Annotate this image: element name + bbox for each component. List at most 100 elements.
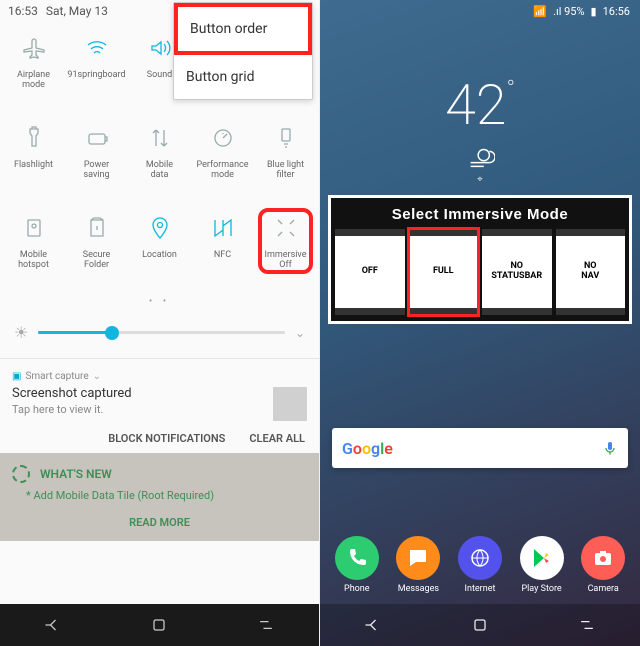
quick-settings-panel: 16:53 Sat, May 13 Button order Button gr… xyxy=(0,0,320,646)
notification-card[interactable]: ▣ Smart capture ⌄ Screenshot captured Ta… xyxy=(0,363,319,426)
camera-icon xyxy=(581,536,625,580)
battery-percent: .ıl 95% xyxy=(553,5,584,18)
overflow-menu: Button order Button grid xyxy=(173,2,313,100)
read-more-button[interactable]: READ MORE xyxy=(12,512,307,537)
qs-tile-power[interactable]: Powersaving xyxy=(65,116,128,202)
home-icon[interactable] xyxy=(470,615,490,635)
qs-tile-immersive[interactable]: ImmersiveOff xyxy=(254,206,317,292)
menu-button-grid[interactable]: Button grid xyxy=(174,55,312,99)
play-icon xyxy=(520,536,564,580)
tile-label: Flashlight xyxy=(12,160,55,170)
mode-label: NOSTATUSBAR xyxy=(482,236,552,308)
app-dock: Phone Messages Internet Play Store Camera xyxy=(320,528,640,604)
home-icon[interactable] xyxy=(149,615,169,635)
mdata-icon xyxy=(146,124,174,152)
notif-app-icon: ▣ xyxy=(12,371,21,382)
mic-icon[interactable] xyxy=(602,440,618,456)
qs-tile-secure[interactable]: SecureFolder xyxy=(65,206,128,292)
tile-label: Performancemode xyxy=(194,160,250,181)
tile-label: Mobilehotspot xyxy=(16,250,51,271)
tile-label: Mobiledata xyxy=(144,160,175,181)
brightness-slider[interactable] xyxy=(38,331,285,334)
app-label: Camera xyxy=(588,584,619,594)
qs-tile-nfc[interactable]: NFC xyxy=(191,206,254,292)
app-internet[interactable]: Internet xyxy=(452,536,508,594)
mode-label: FULL xyxy=(409,236,479,308)
flashlight-icon xyxy=(20,124,48,152)
back-icon[interactable] xyxy=(43,615,63,635)
immersive-mode-option[interactable]: FULL xyxy=(409,229,479,315)
temperature-value: 42° xyxy=(320,72,640,138)
page-indicator: • • xyxy=(0,292,319,315)
location-icon xyxy=(146,214,174,242)
whats-new-heading: WHAT'S NEW xyxy=(40,467,112,481)
brightness-expand-icon[interactable]: ⌄ xyxy=(295,326,305,340)
tile-label: Airplanemode xyxy=(15,70,52,91)
app-label: Phone xyxy=(344,584,370,594)
loading-icon xyxy=(12,465,30,483)
tile-label: 91springboard xyxy=(65,70,127,80)
immersive-mode-option[interactable]: NONAV xyxy=(556,229,626,315)
battery-icon: ▮ xyxy=(591,5,597,18)
immersive-mode-option[interactable]: OFF xyxy=(335,229,405,315)
wifi-icon: 📶 xyxy=(533,5,547,18)
location-pin-icon: ⌖ xyxy=(320,174,640,185)
qs-tile-bluelight[interactable]: Blue lightfilter xyxy=(254,116,317,202)
app-camera[interactable]: Camera xyxy=(575,536,631,594)
qs-tile-perf[interactable]: Performancemode xyxy=(191,116,254,202)
app-messages[interactable]: Messages xyxy=(390,536,446,594)
qs-tile-wifi[interactable]: 91springboard xyxy=(65,26,128,112)
qs-tile-mdata[interactable]: Mobiledata xyxy=(128,116,191,202)
tile-label: Location xyxy=(140,250,179,260)
status-bar: 📶 .ıl 95% ▮ 16:56 xyxy=(320,0,640,22)
messages-icon xyxy=(396,536,440,580)
whats-new-line: * Add Mobile Data Tile (Root Required) xyxy=(26,489,307,502)
notif-expand-icon[interactable]: ⌄ xyxy=(93,371,101,382)
qs-tile-flashlight[interactable]: Flashlight xyxy=(2,116,65,202)
back-icon[interactable] xyxy=(363,615,383,635)
bluelight-icon xyxy=(272,124,300,152)
wifi-icon xyxy=(83,34,111,62)
app-phone[interactable]: Phone xyxy=(329,536,385,594)
tile-label: Sound xyxy=(145,70,174,80)
qs-tile-hotspot[interactable]: Mobilehotspot xyxy=(2,206,65,292)
weather-widget[interactable]: 42° ⌖ xyxy=(320,72,640,185)
sound-icon xyxy=(146,34,174,62)
power-icon xyxy=(83,124,111,152)
brightness-row: ☀ ⌄ xyxy=(0,315,319,358)
home-screen: 📶 .ıl 95% ▮ 16:56 42° ⌖ Select Immersive… xyxy=(320,0,640,646)
immersive-mode-option[interactable]: NOSTATUSBAR xyxy=(482,229,552,315)
mode-label: OFF xyxy=(335,236,405,308)
mode-label: NONAV xyxy=(556,236,626,308)
secure-icon xyxy=(83,214,111,242)
notif-thumbnail xyxy=(273,387,307,421)
dialog-title: Select Immersive Mode xyxy=(335,202,625,229)
block-notifications-button[interactable]: BLOCK NOTIFICATIONS xyxy=(108,432,225,445)
navigation-bar xyxy=(320,604,640,646)
background-app-card: WHAT'S NEW * Add Mobile Data Tile (Root … xyxy=(0,453,319,541)
app-play[interactable]: Play Store xyxy=(514,536,570,594)
google-search-bar[interactable]: Google xyxy=(332,428,628,468)
recents-icon[interactable] xyxy=(577,615,597,635)
recents-icon[interactable] xyxy=(256,615,276,635)
qs-tile-airplane[interactable]: Airplanemode xyxy=(2,26,65,112)
brightness-low-icon: ☀ xyxy=(14,323,28,342)
google-logo: Google xyxy=(342,439,393,458)
status-date: Sat, May 13 xyxy=(46,4,108,18)
perf-icon xyxy=(209,124,237,152)
clear-all-button[interactable]: CLEAR ALL xyxy=(249,432,305,445)
phone-icon xyxy=(335,536,379,580)
hotspot-icon xyxy=(20,214,48,242)
cloud-icon xyxy=(465,144,495,170)
tile-label: Blue lightfilter xyxy=(265,160,306,181)
notif-subtitle: Tap here to view it. xyxy=(12,403,307,416)
notif-title: Screenshot captured xyxy=(12,386,307,401)
qs-tile-location[interactable]: Location xyxy=(128,206,191,292)
app-label: Internet xyxy=(465,584,496,594)
internet-icon xyxy=(458,536,502,580)
status-time: 16:53 xyxy=(8,4,38,18)
tile-label: SecureFolder xyxy=(81,250,113,271)
notification-actions: BLOCK NOTIFICATIONS CLEAR ALL xyxy=(0,426,319,453)
immersive-icon xyxy=(272,214,300,242)
menu-button-order[interactable]: Button order xyxy=(174,3,312,55)
